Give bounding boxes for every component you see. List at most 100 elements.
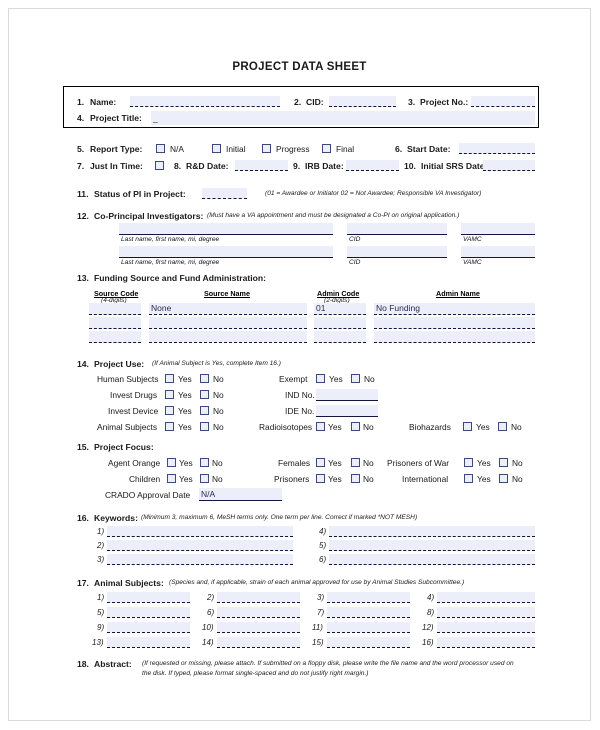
item2-number: 2. <box>294 97 302 107</box>
invest-device-no-checkbox[interactable] <box>200 406 209 415</box>
just-in-time-checkbox[interactable] <box>155 161 164 170</box>
animal-subjects-yes-checkbox[interactable] <box>165 422 174 431</box>
animal-field-3[interactable] <box>327 592 410 603</box>
prisoners-of-war-no-label: No <box>512 458 523 468</box>
copi-vamc-caption-1: VAMC <box>463 236 482 243</box>
prisoners-yes-checkbox[interactable] <box>316 474 325 483</box>
animal-field-4[interactable] <box>437 592 535 603</box>
biohazards-yes-checkbox[interactable] <box>463 422 472 431</box>
source-code-field-2[interactable] <box>89 317 141 329</box>
report-type-na-checkbox[interactable] <box>156 144 165 153</box>
irb-date-field[interactable] <box>346 160 399 171</box>
invest-device-label: Invest Device <box>108 406 159 416</box>
start-date-field[interactable] <box>459 143 535 154</box>
source-code-field-1[interactable] <box>89 303 141 315</box>
females-no-checkbox[interactable] <box>351 458 360 467</box>
project-no-field[interactable] <box>471 96 535 107</box>
copi-vamc-field-1[interactable] <box>461 223 535 235</box>
invest-drugs-no-checkbox[interactable] <box>200 390 209 399</box>
source-name-field-3[interactable] <box>149 331 307 343</box>
females-no-label: No <box>363 458 374 468</box>
keyword-field-4[interactable] <box>329 526 535 537</box>
agent-orange-no-checkbox[interactable] <box>200 458 209 467</box>
crado-approval-date-field[interactable]: N/A <box>199 488 282 501</box>
project-title-field[interactable]: _ <box>151 111 535 125</box>
animal-field-10[interactable] <box>217 622 300 633</box>
initial-srs-date-field[interactable] <box>483 160 535 171</box>
source-name-field-2[interactable] <box>149 317 307 329</box>
animal-field-9[interactable] <box>107 622 190 633</box>
prisoners-no-checkbox[interactable] <box>351 474 360 483</box>
admin-name-field-2[interactable] <box>374 317 535 329</box>
exempt-yes-checkbox[interactable] <box>316 374 325 383</box>
source-name-field-1[interactable]: None <box>149 303 307 315</box>
animal-field-12[interactable] <box>437 622 535 633</box>
keyword-field-5[interactable] <box>329 540 535 551</box>
human-subjects-yes-label: Yes <box>178 374 192 384</box>
keyword-field-2[interactable] <box>107 540 293 551</box>
item8-number: 8. <box>174 161 182 171</box>
ind-no-field[interactable] <box>316 389 378 401</box>
admin-name-field-1[interactable]: No Funding <box>374 303 535 315</box>
copi-name-field-2[interactable] <box>119 246 333 258</box>
international-no-label: No <box>512 474 523 484</box>
keyword-marker-4: 4) <box>319 527 327 536</box>
radioisotopes-no-checkbox[interactable] <box>351 422 360 431</box>
animal-field-5[interactable] <box>107 607 190 618</box>
keyword-marker-3: 3) <box>97 555 105 564</box>
agent-orange-yes-checkbox[interactable] <box>167 458 176 467</box>
cid-field[interactable] <box>329 96 396 107</box>
admin-code-field-1[interactable]: 01 <box>314 303 366 315</box>
copi-cid-field-2[interactable] <box>347 246 447 258</box>
copi-vamc-field-2[interactable] <box>461 246 535 258</box>
source-code-field-3[interactable] <box>89 331 141 343</box>
animal-field-8[interactable] <box>437 607 535 618</box>
animal-subjects-no-checkbox[interactable] <box>200 422 209 431</box>
keyword-field-3[interactable] <box>107 554 293 565</box>
item18-label: Abstract: <box>94 659 132 669</box>
prisoners-of-war-no-checkbox[interactable] <box>499 458 508 467</box>
human-subjects-yes-checkbox[interactable] <box>165 374 174 383</box>
keyword-field-6[interactable] <box>329 554 535 565</box>
admin-name-field-3[interactable] <box>374 331 535 343</box>
animal-field-13[interactable] <box>107 637 190 648</box>
ide-no-field[interactable] <box>316 405 378 417</box>
human-subjects-no-checkbox[interactable] <box>200 374 209 383</box>
animal-field-2[interactable] <box>217 592 300 603</box>
item13-number: 13. <box>77 273 89 283</box>
females-yes-checkbox[interactable] <box>316 458 325 467</box>
international-no-checkbox[interactable] <box>499 474 508 483</box>
report-type-progress-checkbox[interactable] <box>262 144 271 153</box>
rd-date-field[interactable] <box>235 160 288 171</box>
animal-field-7[interactable] <box>327 607 410 618</box>
item4-number: 4. <box>77 113 85 123</box>
animal-field-14[interactable] <box>217 637 300 648</box>
biohazards-no-checkbox[interactable] <box>498 422 507 431</box>
item10-number: 10. <box>404 161 416 171</box>
report-type-initial-checkbox[interactable] <box>212 144 221 153</box>
copi-cid-field-1[interactable] <box>347 223 447 235</box>
animal-field-16[interactable] <box>437 637 535 648</box>
children-no-checkbox[interactable] <box>200 474 209 483</box>
ide-no-label: IDE No. <box>285 406 315 416</box>
status-of-pi-field[interactable] <box>202 188 247 199</box>
admin-code-field-2[interactable] <box>314 317 366 329</box>
invest-device-yes-checkbox[interactable] <box>165 406 174 415</box>
copi-name-field-1[interactable] <box>119 223 333 235</box>
animal-field-11[interactable] <box>327 622 410 633</box>
exempt-no-checkbox[interactable] <box>351 374 360 383</box>
exempt-yes-label: Yes <box>329 374 343 384</box>
animal-marker-16: 16) <box>422 638 434 647</box>
name-field[interactable] <box>130 96 280 107</box>
children-yes-checkbox[interactable] <box>167 474 176 483</box>
animal-field-6[interactable] <box>217 607 300 618</box>
admin-code-field-3[interactable] <box>314 331 366 343</box>
radioisotopes-yes-checkbox[interactable] <box>316 422 325 431</box>
prisoners-of-war-yes-checkbox[interactable] <box>464 458 473 467</box>
international-yes-checkbox[interactable] <box>464 474 473 483</box>
animal-field-1[interactable] <box>107 592 190 603</box>
report-type-final-checkbox[interactable] <box>322 144 331 153</box>
keyword-field-1[interactable] <box>107 526 293 537</box>
animal-field-15[interactable] <box>327 637 410 648</box>
invest-drugs-yes-checkbox[interactable] <box>165 390 174 399</box>
